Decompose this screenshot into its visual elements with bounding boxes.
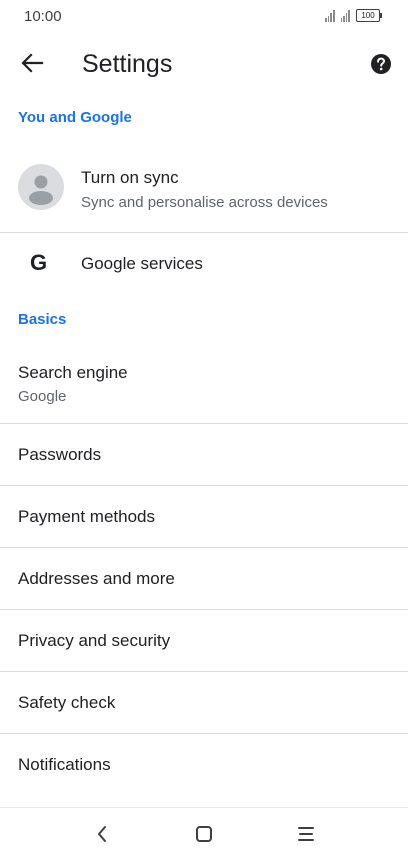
settings-item-safety-check[interactable]: Safety check: [0, 672, 408, 734]
section-header-you-and-google: You and Google: [18, 109, 132, 126]
search-engine-title: Search engine: [18, 363, 128, 382]
nav-home-button[interactable]: [190, 822, 218, 846]
google-services-label: Google services: [81, 254, 203, 273]
arrow-left-icon: [21, 53, 44, 73]
back-button[interactable]: [14, 48, 50, 78]
sync-title: Turn on sync: [81, 168, 179, 187]
settings-item-passwords[interactable]: Passwords: [0, 424, 408, 486]
status-time: 10:00: [24, 8, 62, 25]
settings-item-notifications[interactable]: Notifications: [0, 734, 408, 795]
nav-back-button[interactable]: [88, 822, 116, 846]
avatar: [18, 164, 64, 210]
settings-item-addresses[interactable]: Addresses and more: [0, 548, 408, 610]
menu-icon: [298, 827, 314, 841]
status-bar: 10:00 100: [0, 0, 408, 34]
nav-menu-button[interactable]: [292, 822, 320, 846]
system-nav-bar: [0, 807, 408, 861]
help-button[interactable]: [370, 53, 392, 75]
help-icon: [371, 54, 391, 74]
section-header-basics: Basics: [18, 311, 67, 328]
status-icons: 100: [325, 9, 382, 22]
chevron-left-icon: [98, 826, 106, 842]
google-g-icon: G: [30, 250, 48, 275]
page-title: Settings: [82, 50, 173, 78]
settings-item-payment-methods[interactable]: Payment methods: [0, 486, 408, 548]
account-avatar-icon: [29, 175, 53, 205]
search-engine-value: Google: [18, 388, 67, 405]
turn-on-sync-row[interactable]: Turn on sync Sync and personalise across…: [0, 144, 408, 233]
google-services-row[interactable]: G Google services: [0, 233, 408, 295]
signal-icon: [325, 9, 335, 22]
sync-subtitle: Sync and personalise across devices: [81, 194, 328, 211]
square-home-icon: [196, 826, 212, 842]
battery-icon: 100: [356, 9, 382, 22]
search-engine-row[interactable]: Search engine Google: [0, 345, 408, 424]
app-toolbar: Settings: [0, 34, 408, 92]
signal-icon-2: [340, 9, 350, 22]
settings-item-privacy[interactable]: Privacy and security: [0, 610, 408, 672]
